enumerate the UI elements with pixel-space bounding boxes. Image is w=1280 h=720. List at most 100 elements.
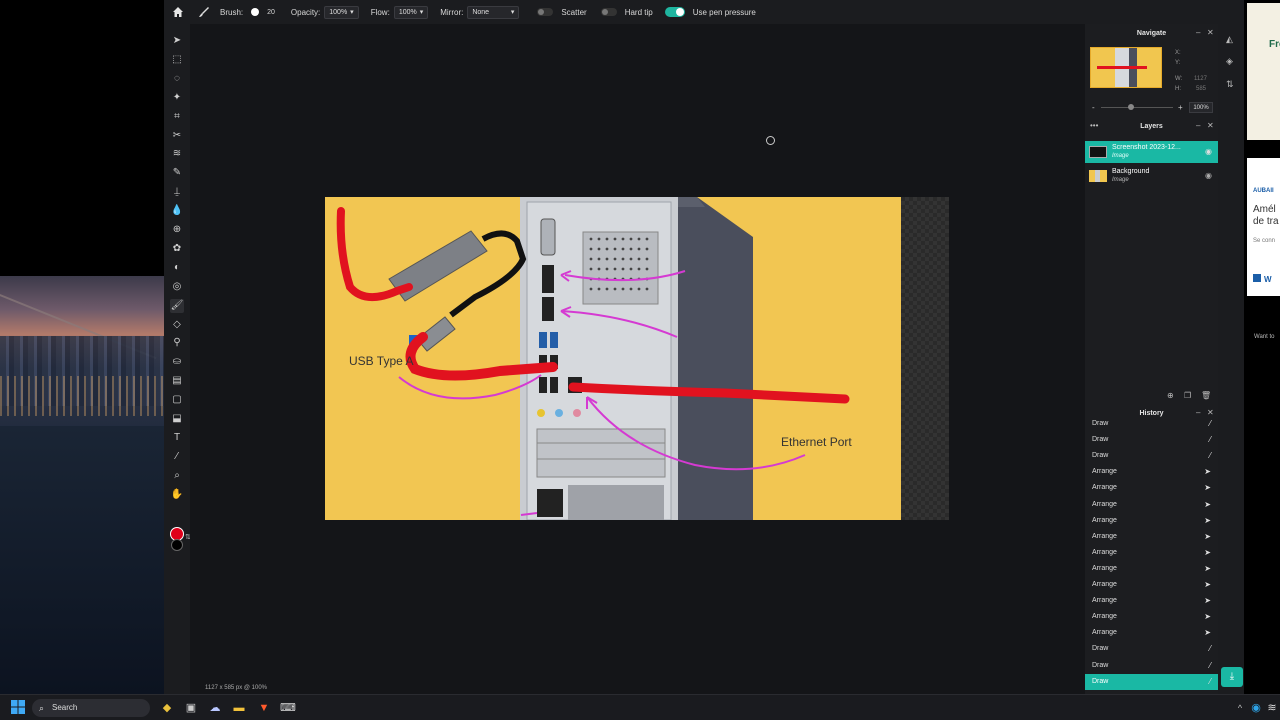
- minimize-icon[interactable]: –: [1196, 28, 1200, 37]
- history-item[interactable]: Arrange ➤: [1085, 577, 1218, 593]
- triangle-icon[interactable]: ◭: [1226, 34, 1233, 45]
- brush-preview[interactable]: [251, 8, 260, 16]
- navigator-thumbnail[interactable]: [1090, 47, 1162, 88]
- pencil-tool-icon[interactable]: ✎: [170, 166, 184, 180]
- history-item[interactable]: Draw ⁄: [1085, 673, 1218, 690]
- flow-dropdown[interactable]: 100% ▾: [393, 5, 429, 19]
- stamp-tool-icon[interactable]: ⬓: [170, 412, 184, 426]
- cut-tool-icon[interactable]: ✂: [170, 129, 184, 143]
- y-label: Y:: [1175, 60, 1181, 66]
- delete-layer-icon[interactable]: 🗑: [1201, 391, 1211, 400]
- add-layer-icon[interactable]: ⊕: [1167, 391, 1174, 400]
- close-icon[interactable]: ✕: [1207, 408, 1214, 417]
- text-tool-icon[interactable]: T: [170, 431, 184, 445]
- history-item-label: Arrange: [1092, 548, 1117, 556]
- paint-bucket-tool-icon[interactable]: ⛀: [170, 355, 184, 369]
- layers-icon[interactable]: ◈: [1226, 56, 1233, 67]
- canvas-area[interactable]: USB Type A Ethernet Port 1127 x 585 px @…: [190, 24, 1085, 694]
- magic-wand-tool-icon[interactable]: ✦: [170, 91, 184, 105]
- taskbar-search[interactable]: ⌕ Search: [32, 699, 150, 717]
- download-icon[interactable]: ⤓: [1221, 667, 1243, 687]
- zoom-in-button[interactable]: +: [1178, 103, 1183, 112]
- layer-row-screenshot[interactable]: Screenshot 2023-12... Image ◉: [1085, 141, 1218, 163]
- wifi-icon[interactable]: ≋: [1264, 700, 1280, 716]
- history-item[interactable]: Draw ⁄: [1085, 448, 1218, 464]
- opacity-dropdown[interactable]: 100% ▾: [324, 5, 359, 19]
- move-icon: ➤: [1204, 515, 1211, 525]
- history-item[interactable]: Draw ⁄: [1085, 641, 1218, 657]
- zoom-out-button[interactable]: -: [1092, 103, 1095, 112]
- pen-pressure-toggle[interactable]: [664, 7, 685, 17]
- home-button[interactable]: [172, 6, 184, 18]
- eye-icon[interactable]: ◉: [1205, 171, 1212, 180]
- close-icon[interactable]: ✕: [1207, 28, 1214, 37]
- history-item[interactable]: Draw ⁄: [1085, 420, 1218, 432]
- zoom-value[interactable]: 100%: [1189, 102, 1213, 113]
- smudge-tool-icon[interactable]: ◎: [170, 280, 184, 294]
- history-item-label: Arrange: [1092, 629, 1117, 637]
- history-item[interactable]: Draw ⁄: [1085, 432, 1218, 448]
- hand-tool-icon[interactable]: ✋: [170, 488, 184, 502]
- lasso-tool-icon[interactable]: ◌: [170, 72, 184, 86]
- history-item[interactable]: Arrange ➤: [1085, 464, 1218, 480]
- history-item[interactable]: Arrange ➤: [1085, 513, 1218, 529]
- close-icon[interactable]: ✕: [1207, 121, 1214, 130]
- gradient-tool-icon[interactable]: ▤: [170, 374, 184, 388]
- history-item[interactable]: Arrange ➤: [1085, 609, 1218, 625]
- zoom-tool-icon[interactable]: ⌕: [170, 469, 184, 483]
- blur-tool-icon[interactable]: 💧: [170, 204, 184, 218]
- secondary-color-swatch[interactable]: [171, 539, 183, 551]
- cloud-icon[interactable]: ☁: [207, 700, 223, 716]
- copilot-icon[interactable]: ◆: [159, 700, 175, 716]
- zoom-slider[interactable]: [1101, 104, 1173, 110]
- layer-row-background[interactable]: Background Image ◉: [1085, 165, 1218, 187]
- task-view-icon[interactable]: ▣: [183, 700, 199, 716]
- brush-tool-icon[interactable]: 🖌: [170, 298, 184, 313]
- history-item[interactable]: Arrange ➤: [1085, 561, 1218, 577]
- document-image[interactable]: USB Type A Ethernet Port: [325, 197, 901, 520]
- brave-browser-icon[interactable]: ▼: [256, 700, 272, 716]
- minimize-icon[interactable]: –: [1196, 121, 1200, 130]
- history-item-label: Arrange: [1092, 516, 1117, 524]
- adjust-icon[interactable]: ⇅: [1226, 79, 1234, 90]
- minimize-icon[interactable]: –: [1196, 408, 1200, 417]
- duplicate-layer-icon[interactable]: ❐: [1184, 391, 1191, 400]
- eye-icon[interactable]: ◉: [1205, 147, 1212, 156]
- folder-icon[interactable]: ▬: [231, 700, 247, 716]
- h-label: H:: [1175, 86, 1181, 92]
- scatter-toggle[interactable]: [537, 8, 554, 16]
- history-item[interactable]: Arrange ➤: [1085, 545, 1218, 561]
- terminal-icon[interactable]: ⌨: [280, 700, 296, 716]
- mirror-dropdown[interactable]: None ▾: [467, 5, 520, 19]
- eraser-tool-icon[interactable]: ◇: [170, 318, 184, 332]
- shape-tool-icon[interactable]: ▢: [170, 393, 184, 407]
- history-item[interactable]: Arrange ➤: [1085, 497, 1218, 513]
- ad-banner-bottom[interactable]: AUBAII Amél de tra Se conn W: [1247, 158, 1280, 296]
- liquify-tool-icon[interactable]: ≋: [170, 147, 184, 161]
- history-item[interactable]: Draw ⁄: [1085, 658, 1218, 674]
- brush-size[interactable]: 20: [267, 9, 275, 16]
- move-tool-icon[interactable]: ➤: [170, 34, 184, 48]
- sponge-tool-icon[interactable]: ⊕: [170, 223, 184, 237]
- ad-banner-top[interactable]: Fre: [1247, 3, 1280, 140]
- history-item[interactable]: Arrange ➤: [1085, 529, 1218, 545]
- clone-stamp-tool-icon[interactable]: ⍊: [170, 185, 184, 199]
- tray-app-icon[interactable]: ◉: [1248, 700, 1264, 716]
- heal-tool-icon[interactable]: ✿: [170, 242, 184, 256]
- opacity-value: 100%: [329, 8, 348, 16]
- tray-chevron-icon[interactable]: ^: [1232, 700, 1248, 716]
- chevron-down-icon: ▾: [350, 9, 354, 16]
- history-item[interactable]: Arrange ➤: [1085, 625, 1218, 641]
- dodge-tool-icon[interactable]: ◐: [170, 261, 184, 275]
- history-item[interactable]: Arrange ➤: [1085, 480, 1218, 496]
- eyedropper-tool-icon[interactable]: ⁄: [170, 450, 184, 464]
- ad-cta[interactable]: W: [1253, 274, 1272, 284]
- crop-tool-icon[interactable]: ⌗: [170, 110, 184, 124]
- canvas-size-status: 1127 x 585 px @ 100%: [205, 685, 268, 691]
- color-replace-tool-icon[interactable]: ⚲: [170, 336, 184, 350]
- select-rect-tool-icon[interactable]: ⬚: [170, 53, 184, 67]
- hard-tip-toggle[interactable]: [600, 8, 617, 16]
- zoom-slider-handle[interactable]: [1128, 104, 1134, 110]
- windows-start-icon[interactable]: [10, 700, 26, 716]
- history-item[interactable]: Arrange ➤: [1085, 593, 1218, 609]
